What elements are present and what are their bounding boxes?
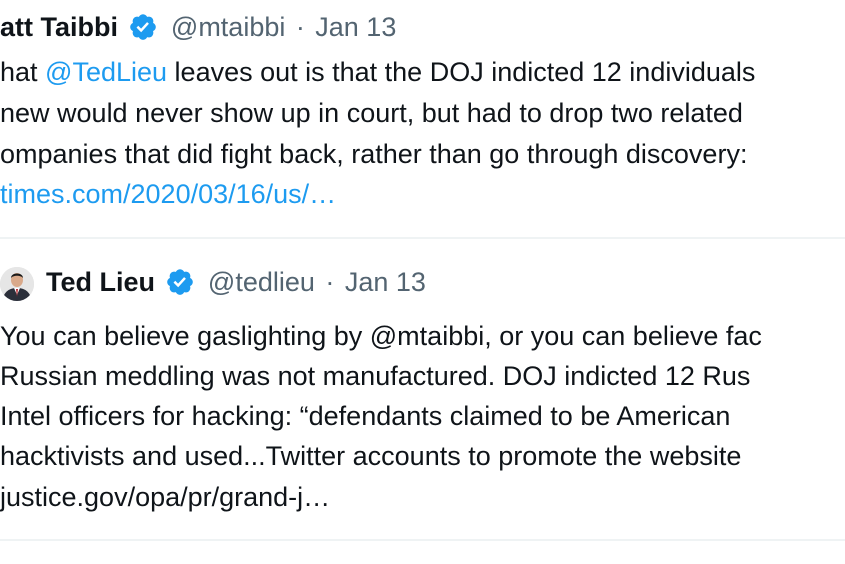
tweet-text-line: Russian meddling was not manufactured. D… (0, 361, 751, 391)
separator-dot: · (325, 267, 335, 297)
text-segment: hat (0, 57, 46, 87)
tweet-mtaibbi[interactable]: att Taibbi @mtaibbi · Jan 13 hat @TedLie… (0, 0, 845, 238)
tweet-text-line: ompanies that did fight back, rather tha… (0, 139, 748, 169)
tweet-tedlieu[interactable]: Ted Lieu @tedlieu · Jan 13 You can belie… (0, 239, 845, 539)
mention-link[interactable]: @TedLieu (45, 57, 167, 87)
tweet-text-line: hacktivists and used...Twitter accounts … (0, 441, 742, 471)
tweet-divider (0, 539, 845, 541)
tweet-text-line: Intel officers for hacking: “defendants … (0, 401, 731, 431)
text-segment: leaves out is that the DOJ indicted 12 i… (167, 57, 756, 87)
tweet-url-link[interactable]: times.com/2020/03/16/us/… (0, 174, 336, 214)
author-name[interactable]: att Taibbi (0, 12, 118, 42)
tweet-header: Ted Lieu @tedlieu · Jan 13 (46, 267, 426, 302)
tweet-text-line: You can believe gaslighting by @mtaibbi,… (0, 321, 762, 351)
tweet-header: att Taibbi @mtaibbi · Jan 13 (0, 12, 396, 47)
author-name[interactable]: Ted Lieu (46, 267, 155, 297)
tweet-date[interactable]: Jan 13 (315, 12, 396, 42)
verified-badge-icon (128, 12, 158, 47)
tweet-text-line: hat @TedLieu leaves out is that the DOJ … (0, 52, 755, 92)
avatar[interactable] (0, 267, 34, 301)
tweet-url-link[interactable]: justice.gov/opa/pr/grand-j… (0, 477, 330, 517)
author-handle[interactable]: @tedlieu (208, 267, 315, 297)
author-handle[interactable]: @mtaibbi (171, 12, 285, 42)
tweet-text-line: new would never show up in court, but ha… (0, 98, 743, 128)
verified-badge-icon (165, 267, 195, 302)
tweet-date[interactable]: Jan 13 (345, 267, 426, 297)
separator-dot: · (295, 12, 305, 42)
